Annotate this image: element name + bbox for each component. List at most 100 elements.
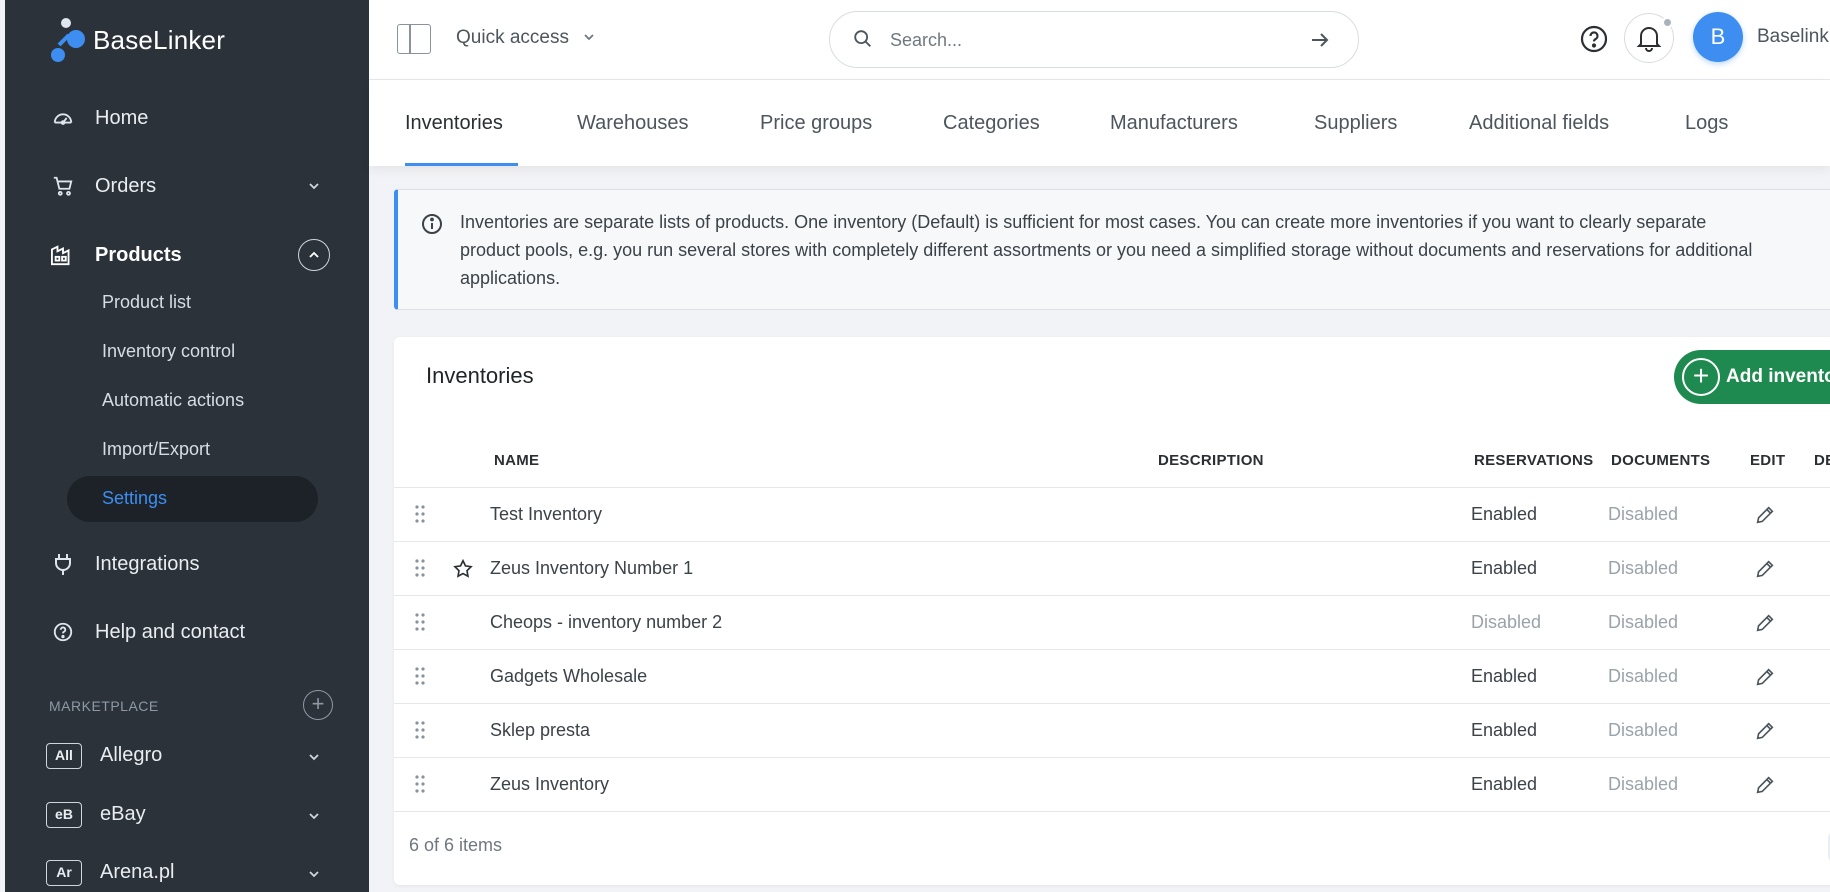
table-row[interactable]: Zeus Inventory Enabled Disabled <box>394 758 1830 812</box>
inventories-card: Inventories + Add inventor NAME DESCRIPT… <box>394 337 1830 885</box>
sidebar-item-home[interactable]: Home <box>5 96 369 140</box>
reservations-status: Disabled <box>1471 612 1542 632</box>
tab-inventories[interactable]: Inventories <box>405 112 503 135</box>
chevron-down-icon[interactable] <box>307 179 321 193</box>
column-header-documents[interactable]: DOCUMENTS <box>1611 452 1710 469</box>
edit-button[interactable] <box>1749 661 1781 693</box>
tab-logs[interactable]: Logs <box>1685 112 1728 135</box>
tab-categories[interactable]: Categories <box>943 112 1040 135</box>
reservations-status: Enabled <box>1471 504 1538 524</box>
sidebar-subitem-import-export[interactable]: Import/Export <box>102 439 210 460</box>
avatar[interactable]: B <box>1693 12 1743 62</box>
brand-logo[interactable]: BaseLinker <box>49 18 225 62</box>
allegro-badge-icon: All <box>46 743 82 769</box>
tab-price-groups[interactable]: Price groups <box>760 112 872 135</box>
sidebar-item-products[interactable]: Products <box>5 233 369 277</box>
edit-button[interactable] <box>1749 499 1781 531</box>
add-marketplace-button[interactable]: + <box>303 690 333 720</box>
edit-button[interactable] <box>1749 715 1781 747</box>
reservations-status: Enabled <box>1471 774 1538 794</box>
chevron-down-icon[interactable] <box>307 809 321 823</box>
edit-button[interactable] <box>1749 553 1781 585</box>
add-inventory-button[interactable]: + Add inventor <box>1674 350 1830 404</box>
quick-access-label[interactable]: Quick access <box>456 27 569 49</box>
table-row[interactable]: Zeus Inventory Number 1 Enabled Disabled <box>394 542 1830 596</box>
column-header-description[interactable]: DESCRIPTION <box>1158 452 1264 469</box>
sidebar-item-ebay[interactable]: eB eBay <box>5 793 369 837</box>
sidebar-item-allegro[interactable]: All Allegro <box>5 734 369 778</box>
ebay-badge-icon: eB <box>46 802 82 828</box>
tab-additional-fields[interactable]: Additional fields <box>1469 112 1609 135</box>
drag-handle-icon[interactable] <box>414 666 426 686</box>
drag-handle-icon[interactable] <box>414 720 426 740</box>
settings-tabs: Inventories Warehouses Price groups Cate… <box>369 80 1830 166</box>
table-row[interactable]: Test Inventory Enabled Disabled <box>394 488 1830 542</box>
chevron-down-icon[interactable] <box>307 750 321 764</box>
search-input[interactable] <box>890 26 1290 54</box>
documents-status: Disabled <box>1608 558 1679 578</box>
drag-handle-icon[interactable] <box>414 504 426 524</box>
user-name[interactable]: Baselink <box>1757 26 1829 48</box>
pencil-icon <box>1756 506 1774 524</box>
inventory-name: Zeus Inventory <box>490 774 610 794</box>
sidebar-item-label: Help and contact <box>95 620 246 643</box>
arrow-right-icon[interactable] <box>1308 28 1332 52</box>
info-text: Inventories are separate lists of produc… <box>460 212 1753 288</box>
plus-icon: + <box>311 691 325 716</box>
inventory-name: Sklep presta <box>490 720 591 740</box>
bell-icon <box>1636 27 1662 52</box>
table-row[interactable]: Cheops - inventory number 2 Disabled Dis… <box>394 596 1830 650</box>
column-header-reservations[interactable]: RESERVATIONS <box>1474 452 1593 469</box>
sidebar-item-integrations[interactable]: Integrations <box>5 542 369 586</box>
drag-handle-icon[interactable] <box>414 612 426 632</box>
dashboard-icon <box>51 106 75 130</box>
drag-handle-icon[interactable] <box>414 774 426 794</box>
sidebar-toggle-icon[interactable] <box>397 24 431 54</box>
pencil-icon <box>1756 668 1774 686</box>
baselinker-logo-icon <box>49 18 85 62</box>
sidebar-subitem-settings[interactable]: Settings <box>102 488 167 509</box>
search-icon <box>854 30 871 47</box>
edit-button[interactable] <box>1749 769 1781 801</box>
sidebar-item-orders[interactable]: Orders <box>5 164 369 208</box>
column-header-edit[interactable]: EDIT <box>1750 452 1785 469</box>
tab-suppliers[interactable]: Suppliers <box>1314 112 1397 135</box>
pencil-icon <box>1756 722 1774 740</box>
help-icon[interactable] <box>1579 24 1609 54</box>
sidebar-item-label: Allegro <box>100 744 163 766</box>
inventory-name: Zeus Inventory Number 1 <box>490 558 694 578</box>
info-icon <box>422 214 442 234</box>
card-title: Inventories <box>426 363 534 388</box>
sidebar-subitem-automatic-actions[interactable]: Automatic actions <box>102 390 244 411</box>
drag-handle-icon[interactable] <box>414 558 426 578</box>
sidebar-subitem-inventory-control[interactable]: Inventory control <box>102 341 235 362</box>
column-header-name[interactable]: NAME <box>494 452 539 469</box>
column-header-delete[interactable]: DE <box>1814 452 1830 469</box>
plug-icon <box>51 552 75 576</box>
inventory-name: Cheops - inventory number 2 <box>490 612 723 632</box>
documents-status: Disabled <box>1608 774 1679 794</box>
reservations-status: Enabled <box>1471 666 1538 686</box>
sidebar-subitem-product-list[interactable]: Product list <box>102 292 191 313</box>
table-row[interactable]: Gadgets Wholesale Enabled Disabled <box>394 650 1830 704</box>
edit-button[interactable] <box>1749 607 1781 639</box>
chevron-down-icon[interactable] <box>307 867 321 881</box>
chevron-down-icon[interactable] <box>582 30 596 44</box>
sidebar-item-help[interactable]: Help and contact <box>5 610 369 654</box>
star-icon[interactable] <box>452 558 474 580</box>
sidebar-item-label: Home <box>95 106 149 129</box>
sidebar-item-label: Products <box>95 243 182 266</box>
plus-icon: + <box>1682 358 1720 396</box>
documents-status: Disabled <box>1608 666 1679 686</box>
info-banner: Inventories are separate lists of produc… <box>394 189 1830 310</box>
tab-warehouses[interactable]: Warehouses <box>577 112 689 135</box>
add-inventory-label: Add inventor <box>1726 366 1830 387</box>
sidebar-item-label: Integrations <box>95 552 200 575</box>
collapse-button[interactable] <box>298 239 330 271</box>
sidebar-item-label: eBay <box>100 803 146 825</box>
sidebar-item-arena[interactable]: Ar Arena.pl <box>5 851 369 892</box>
tab-manufacturers[interactable]: Manufacturers <box>1110 112 1238 135</box>
notification-dot <box>1662 17 1673 28</box>
search-box <box>829 11 1359 68</box>
table-row[interactable]: Sklep presta Enabled Disabled <box>394 704 1830 758</box>
